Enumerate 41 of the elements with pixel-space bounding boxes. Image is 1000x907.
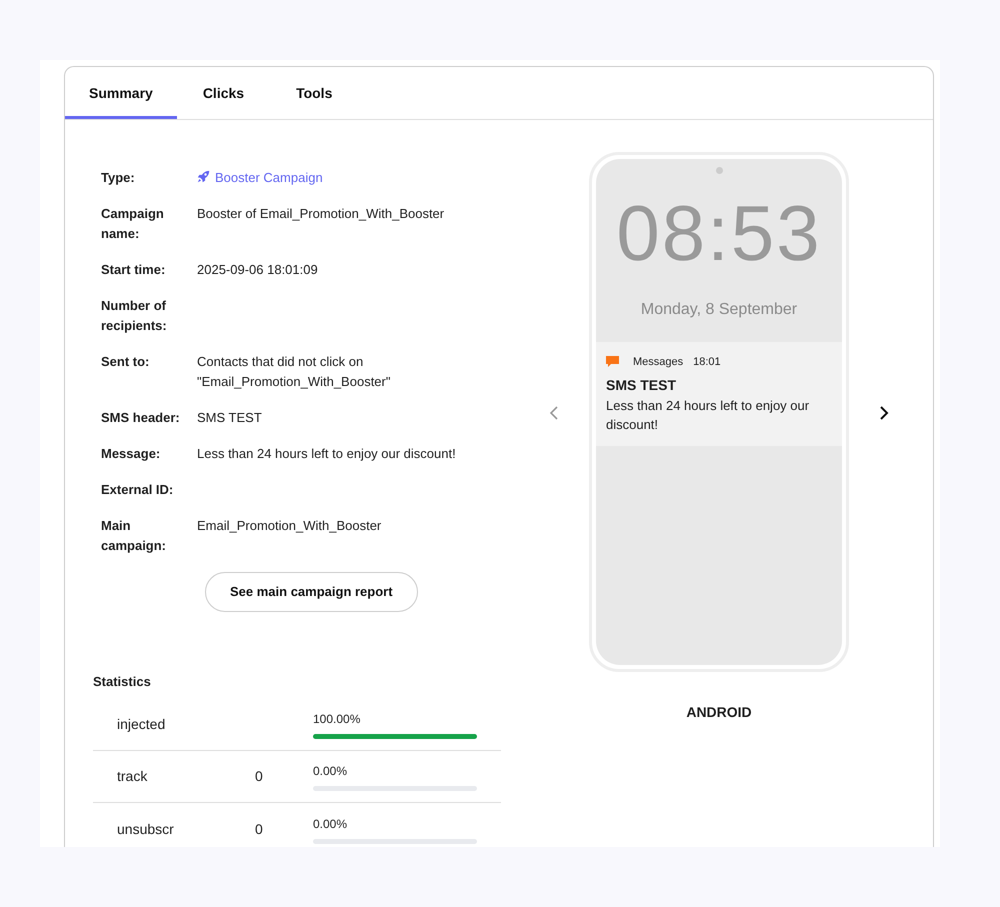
field-value: 2025-09-06 18:01:09 [197,262,318,277]
stat-percent: 100.00% [313,711,362,728]
stat-percent: 0.00% [313,763,348,780]
message-icon [606,356,619,368]
field-label: Main campaign: [100,517,168,555]
notification-app: Messages [633,355,684,370]
field-label: Type: [100,169,136,187]
stat-count: 0 [255,820,263,836]
field-label: Message: [100,445,162,463]
field-value: Booster of Email_Promotion_With_Booster [197,206,444,221]
stat-name: unsubscr [117,820,175,838]
chevron-left-icon [549,404,559,421]
field-value: Less than 24 hours left to enjoy our discount! [197,446,456,461]
section-title: Statistics [93,672,152,690]
lock-screen-date: Monday, 8 September [640,300,798,320]
camera-icon [716,167,722,174]
report-button[interactable]: See main campaign report [205,572,418,612]
field-label: External ID: [100,481,174,499]
lock-screen-clock: 08:53 [615,194,823,272]
rocket-icon [197,170,210,183]
notification-body: Less than 24 hours left to enjoy our discount! [606,396,810,434]
chevron-right-icon [879,404,889,421]
stat-percent: 0.00% [313,816,348,832]
field-label: Sent to: [100,353,150,371]
notification-title: SMS TEST [606,376,678,394]
field-label: Campaign name: [100,205,165,243]
field-value: Contacts that did not click on "Email_Promotion_With_Booster" [197,354,390,389]
stat-count: 0 [255,768,263,784]
tab[interactable]: Tools [270,67,358,119]
stat-name: injected [117,715,166,734]
field-value: Email_Promotion_With_Booster [197,518,382,533]
field-value: SMS TEST [197,410,262,425]
field-label: Number of recipients: [100,297,168,335]
campaign-type-link[interactable]: Booster Campaign [197,170,323,185]
tab[interactable]: Clicks [176,67,270,119]
platform-label: ANDROID [686,703,752,722]
field-label: Start time: [100,261,166,279]
stat-name: track [117,767,148,786]
notification-time: 18:01 [693,355,721,370]
tab[interactable]: Summary [65,67,177,119]
field-label: SMS header: [100,409,181,427]
